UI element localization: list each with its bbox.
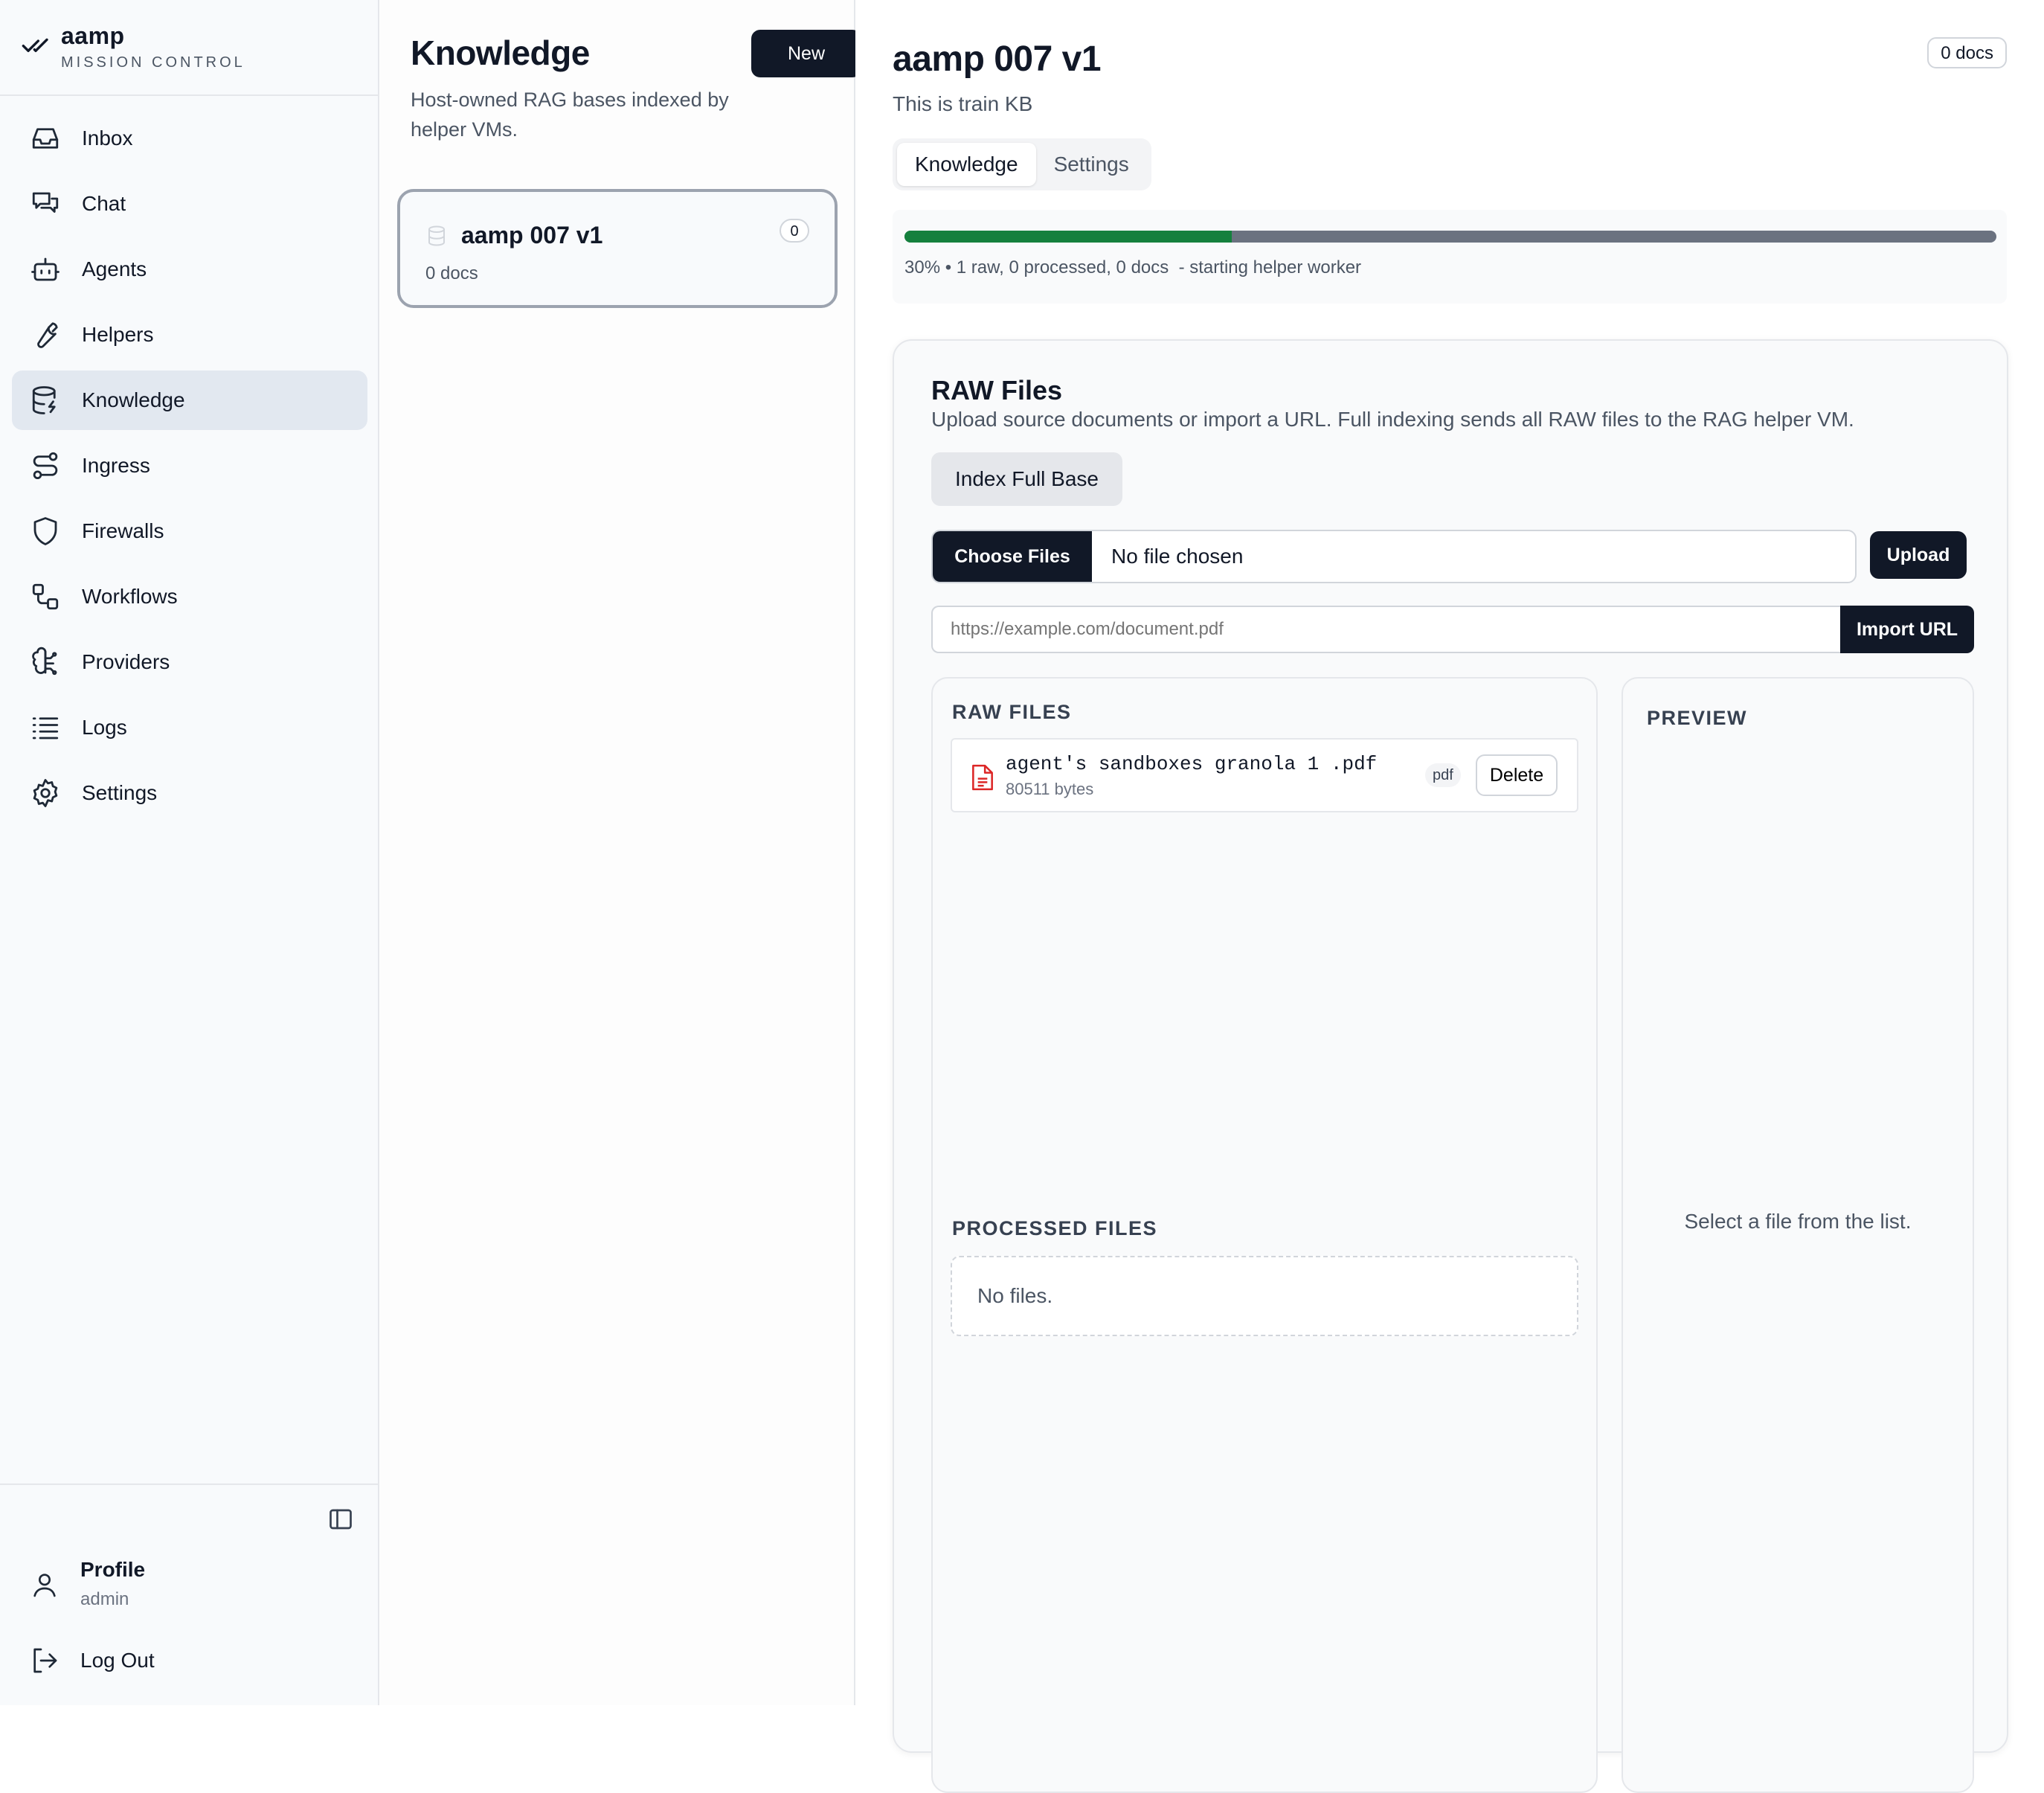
sidebar-item-knowledge[interactable]: Knowledge	[12, 371, 367, 430]
divider	[0, 1484, 379, 1485]
index-progress: 30% • 1 raw, 0 processed, 0 docs - start…	[893, 210, 2007, 304]
sidebar-item-workflows[interactable]: Workflows	[12, 567, 367, 626]
preview-empty-message: Select a file from the list.	[1684, 1210, 1912, 1233]
sidebar-item-helpers[interactable]: Helpers	[12, 305, 367, 365]
raw-files-title: RAW Files	[931, 375, 1063, 405]
upload-button[interactable]: Upload	[1870, 531, 1967, 579]
detail-subtitle: This is train KB	[893, 92, 1033, 115]
tab-knowledge[interactable]: Knowledge	[897, 143, 1036, 186]
logout-label: Log Out	[80, 1649, 155, 1672]
progress-fill	[904, 231, 1232, 243]
knowledge-base-docs: 0 docs	[425, 263, 478, 283]
progress-bar	[904, 231, 1996, 243]
sidebar-item-label: Chat	[82, 192, 126, 215]
shield-icon	[33, 517, 57, 545]
sidebar-item-label: Inbox	[82, 126, 133, 150]
page-title: Knowledge	[411, 33, 590, 72]
processed-empty-state: No files.	[951, 1256, 1578, 1336]
file-input-status: No file chosen	[1111, 545, 1244, 568]
inbox-icon	[32, 128, 59, 149]
preview-header: PREVIEW	[1647, 707, 1748, 729]
sidebar-item-inbox[interactable]: Inbox	[12, 109, 367, 168]
list-icon	[32, 717, 59, 740]
brand-subtitle: MISSION CONTROL	[61, 54, 245, 71]
preview-panel: PREVIEW Select a file from the list.	[1622, 677, 1974, 1793]
tab-bar: Knowledge Settings	[893, 138, 1151, 190]
sidebar: aamp MISSION CONTROL Inbox Chat Agents H…	[0, 0, 379, 1705]
knowledge-base-name: aamp 007 v1	[461, 222, 603, 248]
logout-button[interactable]: Log Out	[30, 1646, 155, 1675]
url-input[interactable]	[931, 606, 1840, 653]
sidebar-nav: Inbox Chat Agents Helpers Knowledge Ingr…	[12, 109, 367, 829]
file-size: 80511 bytes	[1006, 780, 1094, 798]
file-pdf-icon	[972, 764, 993, 791]
detail-title: aamp 007 v1	[893, 39, 1102, 79]
index-full-base-button[interactable]: Index Full Base	[931, 452, 1122, 506]
raw-files-card: RAW Files Upload source documents or imp…	[893, 339, 2008, 1793]
processed-files-header: PROCESSED FILES	[952, 1217, 1158, 1239]
sidebar-item-label: Firewalls	[82, 519, 164, 542]
sidebar-item-settings[interactable]: Settings	[12, 763, 367, 823]
sidebar-item-label: Providers	[82, 650, 170, 673]
sidebar-toggle-icon[interactable]	[327, 1506, 354, 1533]
file-input[interactable]: Choose Files No file chosen	[931, 530, 1857, 583]
profile-label: Profile	[80, 1558, 146, 1581]
database-icon	[32, 386, 56, 414]
page-description: Host-owned RAG bases indexed by helper V…	[411, 89, 729, 141]
route-icon	[33, 452, 58, 480]
file-type-badge: pdf	[1425, 763, 1461, 787]
bot-icon	[31, 257, 60, 281]
sidebar-item-chat[interactable]: Chat	[12, 174, 367, 234]
profile-link[interactable]: Profile admin	[30, 1558, 145, 1610]
database-icon	[428, 225, 445, 246]
sidebar-item-agents[interactable]: Agents	[12, 240, 367, 299]
list-item[interactable]: agent's sandboxes granola 1 .pdf 80511 b…	[951, 738, 1578, 812]
choose-files-button[interactable]: Choose Files	[933, 531, 1092, 582]
tab-settings[interactable]: Settings	[1036, 143, 1147, 186]
sidebar-item-label: Workflows	[82, 585, 178, 608]
sidebar-item-firewalls[interactable]: Firewalls	[12, 501, 367, 561]
profile-user: admin	[80, 1589, 129, 1609]
sidebar-item-ingress[interactable]: Ingress	[12, 436, 367, 495]
wrench-icon	[37, 322, 58, 348]
raw-files-header: RAW FILES	[952, 701, 1072, 723]
doc-count-badge: 0	[780, 219, 809, 243]
double-check-icon	[22, 38, 48, 53]
sidebar-item-providers[interactable]: Providers	[12, 632, 367, 692]
delete-button[interactable]: Delete	[1476, 754, 1558, 796]
sidebar-item-label: Knowledge	[82, 388, 185, 411]
knowledge-detail: aamp 007 v1 This is train KB 0 docs Know…	[855, 0, 2044, 1793]
sidebar-item-label: Ingress	[82, 454, 150, 477]
knowledge-base-card[interactable]: aamp 007 v1 0 docs 0	[397, 189, 838, 308]
user-icon	[33, 1574, 56, 1597]
sidebar-item-label: Logs	[82, 716, 127, 739]
progress-status: 30% • 1 raw, 0 processed, 0 docs - start…	[904, 257, 1362, 278]
knowledge-list-panel: Knowledge Host-owned RAG bases indexed b…	[379, 0, 861, 1705]
files-panel: RAW FILES agent's sandboxes granola 1 .p…	[931, 677, 1598, 1793]
import-url-button[interactable]: Import URL	[1840, 606, 1974, 653]
raw-files-description: Upload source documents or import a URL.…	[931, 408, 1854, 431]
workflow-icon	[32, 583, 59, 610]
sidebar-item-label: Settings	[82, 781, 158, 804]
sidebar-item-logs[interactable]: Logs	[12, 698, 367, 757]
brand-name: aamp	[61, 22, 125, 49]
gear-icon	[33, 779, 58, 807]
new-knowledge-button[interactable]: New	[751, 30, 861, 77]
brain-icon	[32, 647, 57, 676]
sidebar-item-label: Helpers	[82, 323, 154, 346]
logout-icon	[33, 1648, 57, 1673]
app-window: aamp MISSION CONTROL Inbox Chat Agents H…	[0, 0, 2044, 1793]
chat-icon	[32, 192, 59, 213]
brand: aamp MISSION CONTROL	[21, 22, 245, 71]
file-name: agent's sandboxes granola 1 .pdf	[1006, 753, 1378, 775]
docs-badge: 0 docs	[1927, 37, 2007, 68]
sidebar-item-label: Agents	[82, 257, 147, 280]
divider	[0, 94, 379, 96]
empty-message: No files.	[977, 1284, 1053, 1307]
